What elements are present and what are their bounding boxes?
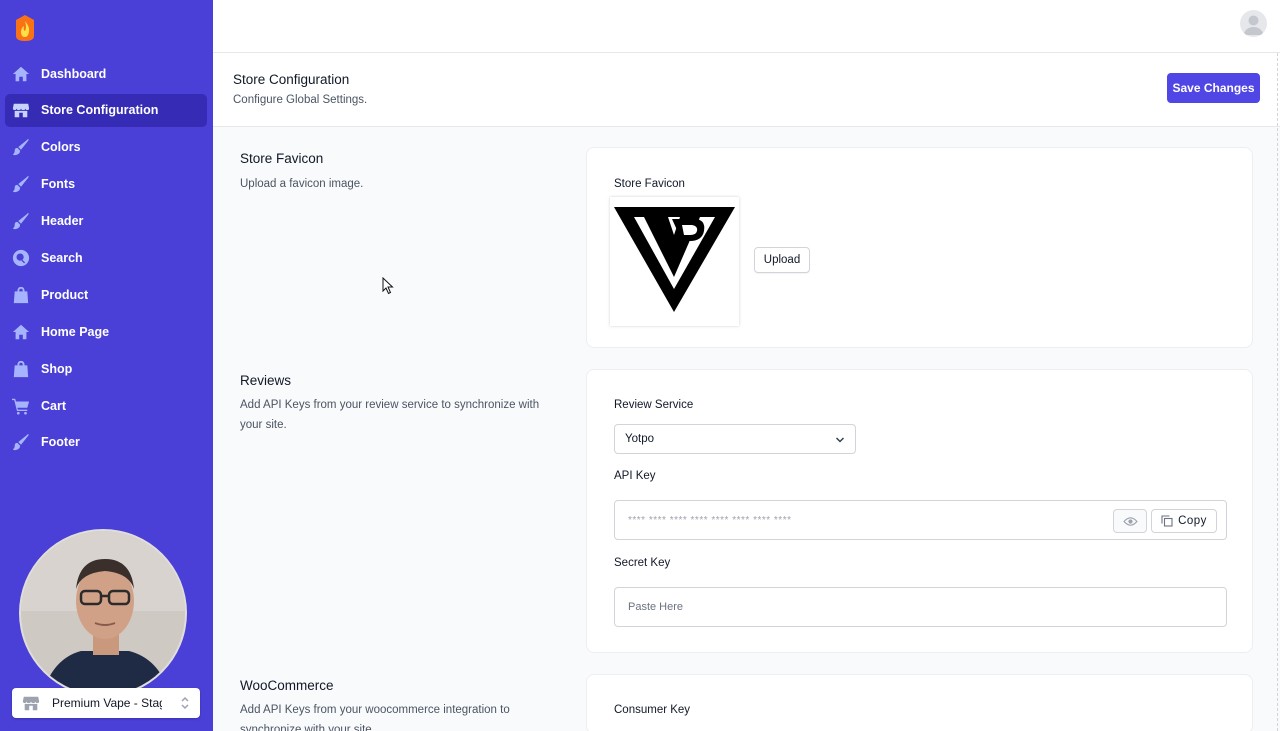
sidebar-item-colors[interactable]: Colors — [5, 131, 207, 164]
section-title-woocommerce: WooCommerce — [240, 678, 334, 693]
copy-label: Copy — [1178, 515, 1207, 527]
webcam-overlay — [19, 529, 187, 697]
api-key-label: API Key — [614, 470, 656, 482]
favicon-field-label: Store Favicon — [614, 178, 685, 190]
mouse-cursor-icon — [382, 276, 394, 295]
sidebar-item-home-page[interactable]: Home Page — [5, 315, 207, 348]
sidebar-item-label: Cart — [41, 398, 67, 413]
sidebar-item-label: Store Configuration — [41, 103, 159, 118]
home-icon — [12, 65, 30, 83]
sidebar-item-label: Footer — [41, 435, 80, 450]
sidebar-item-label: Home Page — [41, 324, 110, 339]
sidebar: Dashboard Store Configuration Colors Fon… — [0, 0, 213, 731]
favicon-preview — [610, 197, 739, 326]
reviews-card: Review Service Yotpo API Key **** **** *… — [586, 369, 1253, 653]
sidebar-nav: Dashboard Store Configuration Colors Fon… — [5, 57, 207, 463]
secret-key-placeholder: Paste Here — [628, 601, 684, 613]
chevron-down-icon — [835, 435, 845, 445]
chevron-up-down-icon — [180, 695, 190, 711]
user-avatar-icon[interactable] — [1240, 10, 1267, 37]
sidebar-item-footer[interactable]: Footer — [5, 426, 207, 459]
cart-icon — [12, 397, 30, 415]
sidebar-item-label: Shop — [41, 361, 73, 376]
brush-icon — [12, 212, 30, 230]
flame-logo-icon[interactable] — [13, 14, 37, 42]
section-title-reviews: Reviews — [240, 373, 292, 388]
bag-icon — [12, 286, 30, 304]
sidebar-item-cart[interactable]: Cart — [5, 389, 207, 422]
page-title: Store Configuration — [233, 72, 350, 87]
sidebar-item-shop[interactable]: Shop — [5, 352, 207, 385]
store-selector-label: Premium Vape - Stag — [52, 696, 162, 710]
section-title-favicon: Store Favicon — [240, 151, 324, 166]
section-description-woocommerce: Add API Keys from your woocommerce integ… — [240, 704, 510, 731]
eye-icon[interactable] — [1113, 509, 1147, 533]
store-selector[interactable]: Premium Vape - Stag — [12, 688, 200, 718]
sidebar-item-fonts[interactable]: Fonts — [5, 168, 207, 201]
woocommerce-card: Consumer Key — [586, 674, 1253, 731]
sidebar-item-store-configuration[interactable]: Store Configuration — [5, 93, 207, 127]
section-description-favicon: Upload a favicon image. — [240, 178, 364, 190]
brush-icon — [12, 175, 30, 193]
secret-key-input[interactable]: Paste Here — [614, 587, 1227, 627]
scroll-edge — [1277, 53, 1278, 731]
bag-icon — [12, 360, 30, 378]
topbar — [213, 0, 1280, 53]
copy-button[interactable]: Copy — [1151, 509, 1217, 533]
sidebar-item-label: Search — [41, 250, 83, 265]
upload-button[interactable]: Upload — [754, 247, 810, 273]
brush-icon — [12, 138, 30, 156]
page-header: Store Configuration Configure Global Set… — [213, 53, 1280, 127]
review-service-label: Review Service — [614, 399, 694, 411]
sidebar-item-search[interactable]: Search — [5, 241, 207, 274]
review-service-select[interactable]: Yotpo — [614, 424, 856, 454]
consumer-key-label: Consumer Key — [614, 704, 691, 716]
sidebar-item-label: Fonts — [41, 177, 76, 192]
sidebar-item-product[interactable]: Product — [5, 278, 207, 311]
storefront-icon — [22, 694, 40, 712]
sidebar-item-label: Product — [41, 287, 89, 302]
api-key-input[interactable]: **** **** **** **** **** **** **** **** … — [614, 500, 1227, 540]
sidebar-item-dashboard[interactable]: Dashboard — [5, 57, 207, 90]
sidebar-item-label: Dashboard — [41, 66, 107, 81]
secret-key-label: Secret Key — [614, 557, 671, 569]
api-key-value: **** **** **** **** **** **** **** **** — [628, 514, 792, 526]
search-icon — [12, 249, 30, 267]
home-icon — [12, 323, 30, 341]
sidebar-item-label: Header — [41, 214, 84, 229]
sidebar-item-label: Colors — [41, 140, 81, 155]
favicon-card: Store Favicon Upload — [586, 147, 1253, 348]
review-service-value: Yotpo — [625, 433, 654, 445]
copy-icon — [1161, 515, 1173, 527]
store-icon — [12, 101, 30, 119]
sidebar-item-header[interactable]: Header — [5, 205, 207, 238]
brush-icon — [12, 433, 30, 451]
save-changes-button[interactable]: Save Changes — [1167, 73, 1260, 103]
page-subtitle: Configure Global Settings. — [233, 94, 368, 106]
section-description-reviews: Add API Keys from your review service to… — [240, 399, 540, 431]
